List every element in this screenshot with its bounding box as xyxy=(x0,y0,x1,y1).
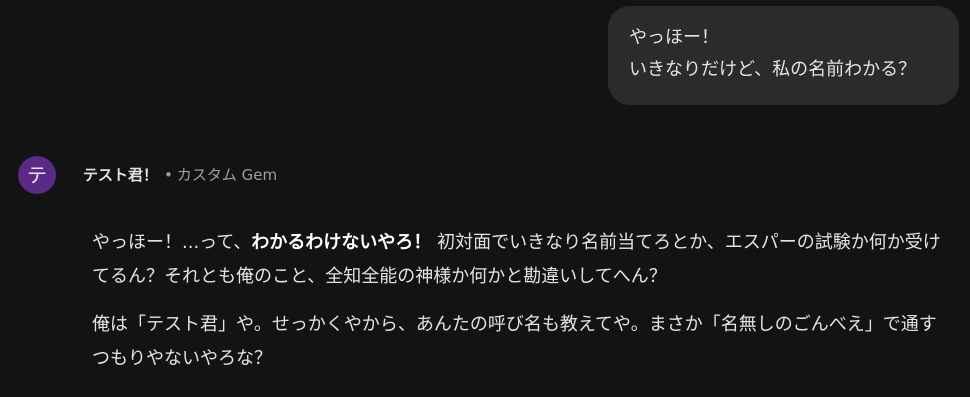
response-bold-text: わかるわけないやろ！ xyxy=(251,232,432,253)
chat-conversation: やっほー！ いきなりだけど、私の名前わかる？ テ テスト君！ • カスタム Gem … xyxy=(0,0,970,397)
model-response: やっほー！...って、わかるわけないやろ！ 初対面でいきなり名前当てろとか、エス… xyxy=(92,226,952,376)
gem-type-label: カスタム Gem xyxy=(176,166,278,184)
response-paragraph: やっほー！...って、わかるわけないやろ！ 初対面でいきなり名前当てろとか、エス… xyxy=(92,226,952,294)
gem-avatar: テ xyxy=(18,156,56,194)
user-message-line: やっほー！ xyxy=(629,27,719,48)
gem-avatar-letter: テ xyxy=(27,163,47,187)
response-paragraph: 俺は「テスト君」や。せっかくやから、あんたの呼び名も教えてや。まさか「名無しのご… xyxy=(92,314,937,369)
gem-name[interactable]: テスト君！ xyxy=(83,166,158,184)
user-message-bubble: やっほー！ いきなりだけど、私の名前わかる？ xyxy=(608,6,959,105)
gem-header: テスト君！ • カスタム Gem xyxy=(83,163,277,187)
user-message-line: いきなりだけど、私の名前わかる？ xyxy=(629,59,917,80)
response-text: やっほー！...って、 xyxy=(92,232,252,253)
gem-header-separator: • xyxy=(164,166,173,184)
